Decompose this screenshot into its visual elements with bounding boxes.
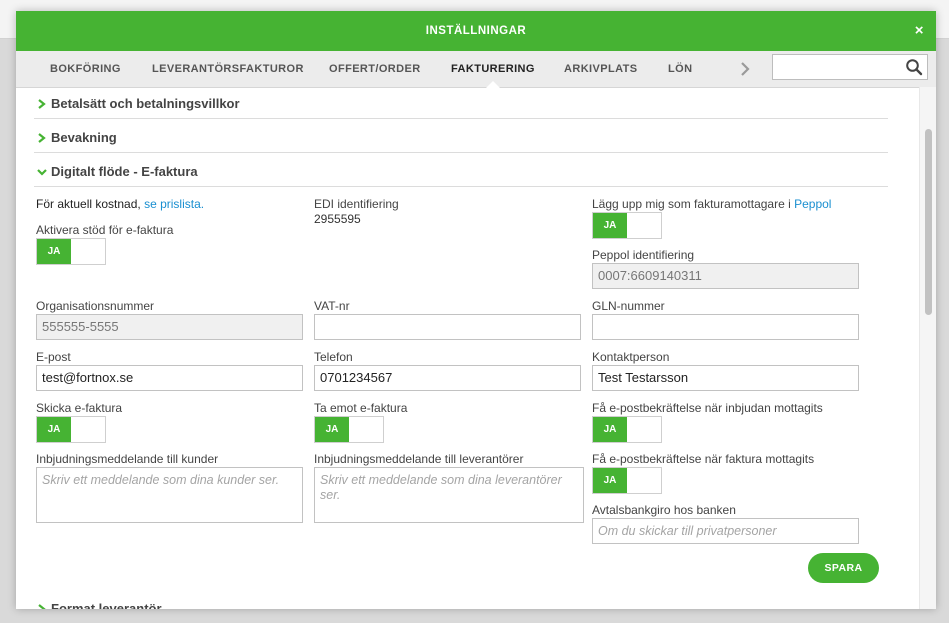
phone-label: Telefon — [314, 350, 353, 364]
toggle-on-label: JA — [37, 239, 71, 264]
bankgiro-placeholder: Om du skickar till privatpersoner — [598, 524, 777, 538]
toggle-on-label: JA — [37, 417, 71, 442]
contact-field[interactable]: Test Testarsson — [592, 365, 859, 391]
tab-leverantorsfakturor[interactable]: LEVERANTÖRSFAKTUROR — [152, 51, 304, 87]
confirm-invoice-label: Få e-postbekräftelse när faktura mottagi… — [592, 452, 815, 466]
toggle-on-label: JA — [593, 468, 627, 493]
section-title: Bevakning — [51, 130, 117, 145]
cost-text: För aktuell kostnad, — [36, 197, 145, 211]
toggle-on-label: JA — [593, 213, 627, 238]
vat-label: VAT-nr — [314, 299, 350, 313]
section-title: Betalsätt och betalningsvillkor — [51, 96, 240, 111]
section-title: Format leverantör — [51, 601, 162, 609]
org-number-label: Organisationsnummer — [36, 299, 155, 313]
email-field[interactable]: test@fortnox.se — [36, 365, 303, 391]
section-digitalt-flode[interactable]: Digitalt flöde - E-faktura — [34, 158, 888, 187]
invite-customers-textarea[interactable]: Skriv ett meddelande som dina kunder ser… — [36, 467, 303, 523]
settings-modal: INSTÄLLNINGAR × BOKFÖRING LEVERANTÖRSFAK… — [16, 11, 936, 609]
section-format-leverantor[interactable]: Format leverantör — [34, 595, 888, 609]
edi-value: 2955595 — [314, 212, 361, 226]
settings-search[interactable] — [772, 54, 928, 80]
section-bevakning[interactable]: Bevakning — [34, 124, 888, 153]
confirm-invite-label: Få e-postbekräftelse när inbjudan mottag… — [592, 401, 823, 415]
gln-label: GLN-nummer — [592, 299, 665, 313]
peppol-register-text: Lägg upp mig som fakturamottagare i — [592, 197, 795, 211]
send-efaktura-toggle[interactable]: JA — [36, 416, 106, 443]
bankgiro-field[interactable]: Om du skickar till privatpersoner — [592, 518, 859, 544]
close-icon[interactable]: × — [915, 11, 924, 51]
content-scrollbar[interactable] — [919, 87, 936, 609]
modal-title: INSTÄLLNINGAR — [425, 25, 527, 37]
confirm-invoice-toggle[interactable]: JA — [592, 467, 662, 494]
tab-bokforing[interactable]: BOKFÖRING — [50, 51, 121, 87]
activate-efaktura-toggle[interactable]: JA — [36, 238, 106, 265]
settings-content: Betalsätt och betalningsvillkor Bevaknin… — [16, 87, 920, 609]
edi-label: EDI identifiering — [314, 197, 399, 211]
tab-offert-order[interactable]: OFFERT/ORDER — [329, 51, 421, 87]
invite-customers-label: Inbjudningsmeddelande till kunder — [36, 452, 219, 466]
toggle-on-label: JA — [315, 417, 349, 442]
peppol-id-label: Peppol identifiering — [592, 248, 695, 262]
peppol-register-toggle[interactable]: JA — [592, 212, 662, 239]
receive-efaktura-toggle[interactable]: JA — [314, 416, 384, 443]
activate-efaktura-label: Aktivera stöd för e-faktura — [36, 223, 174, 237]
cost-info: För aktuell kostnad, se prislista. — [36, 197, 204, 211]
invite-suppliers-textarea[interactable]: Skriv ett meddelande som dina leverantör… — [314, 467, 584, 523]
peppol-link[interactable]: Peppol — [794, 197, 831, 211]
phone-field[interactable]: 0701234567 — [314, 365, 581, 391]
receive-efaktura-label: Ta emot e-faktura — [314, 401, 408, 415]
peppol-id-field: 0007:6609140311 — [592, 263, 859, 289]
search-icon[interactable] — [905, 58, 923, 76]
invite-suppliers-label: Inbjudningsmeddelande till leverantörer — [314, 452, 524, 466]
chevron-right-icon — [38, 99, 46, 109]
vat-field[interactable] — [314, 314, 581, 340]
settings-tabbar: BOKFÖRING LEVERANTÖRSFAKTUROR OFFERT/ORD… — [16, 51, 936, 88]
tab-lon[interactable]: LÖN — [668, 51, 692, 87]
send-efaktura-label: Skicka e-faktura — [36, 401, 123, 415]
email-label: E-post — [36, 350, 71, 364]
gln-field[interactable] — [592, 314, 859, 340]
peppol-register-label: Lägg upp mig som fakturamottagare i Pepp… — [592, 197, 831, 211]
section-betalsatt[interactable]: Betalsätt och betalningsvillkor — [34, 90, 888, 119]
org-number-field: 555555-5555 — [36, 314, 303, 340]
scrollbar-thumb[interactable] — [925, 129, 932, 315]
confirm-invite-toggle[interactable]: JA — [592, 416, 662, 443]
tab-fakturering[interactable]: FAKTURERING — [451, 51, 535, 88]
tabs-next-chevron-icon[interactable] — [740, 51, 750, 87]
chevron-right-icon — [38, 133, 46, 143]
contact-label: Kontaktperson — [592, 350, 670, 364]
section-title: Digitalt flöde - E-faktura — [51, 164, 198, 179]
bankgiro-label: Avtalsbankgiro hos banken — [592, 503, 736, 517]
search-input[interactable] — [773, 55, 909, 79]
tab-arkivplats[interactable]: ARKIVPLATS — [564, 51, 637, 87]
chevron-right-icon — [38, 604, 46, 609]
chevron-down-icon — [37, 169, 47, 176]
modal-header: INSTÄLLNINGAR × — [16, 11, 936, 51]
save-button[interactable]: SPARA — [808, 553, 879, 583]
price-list-link[interactable]: se prislista. — [144, 197, 204, 211]
toggle-on-label: JA — [593, 417, 627, 442]
